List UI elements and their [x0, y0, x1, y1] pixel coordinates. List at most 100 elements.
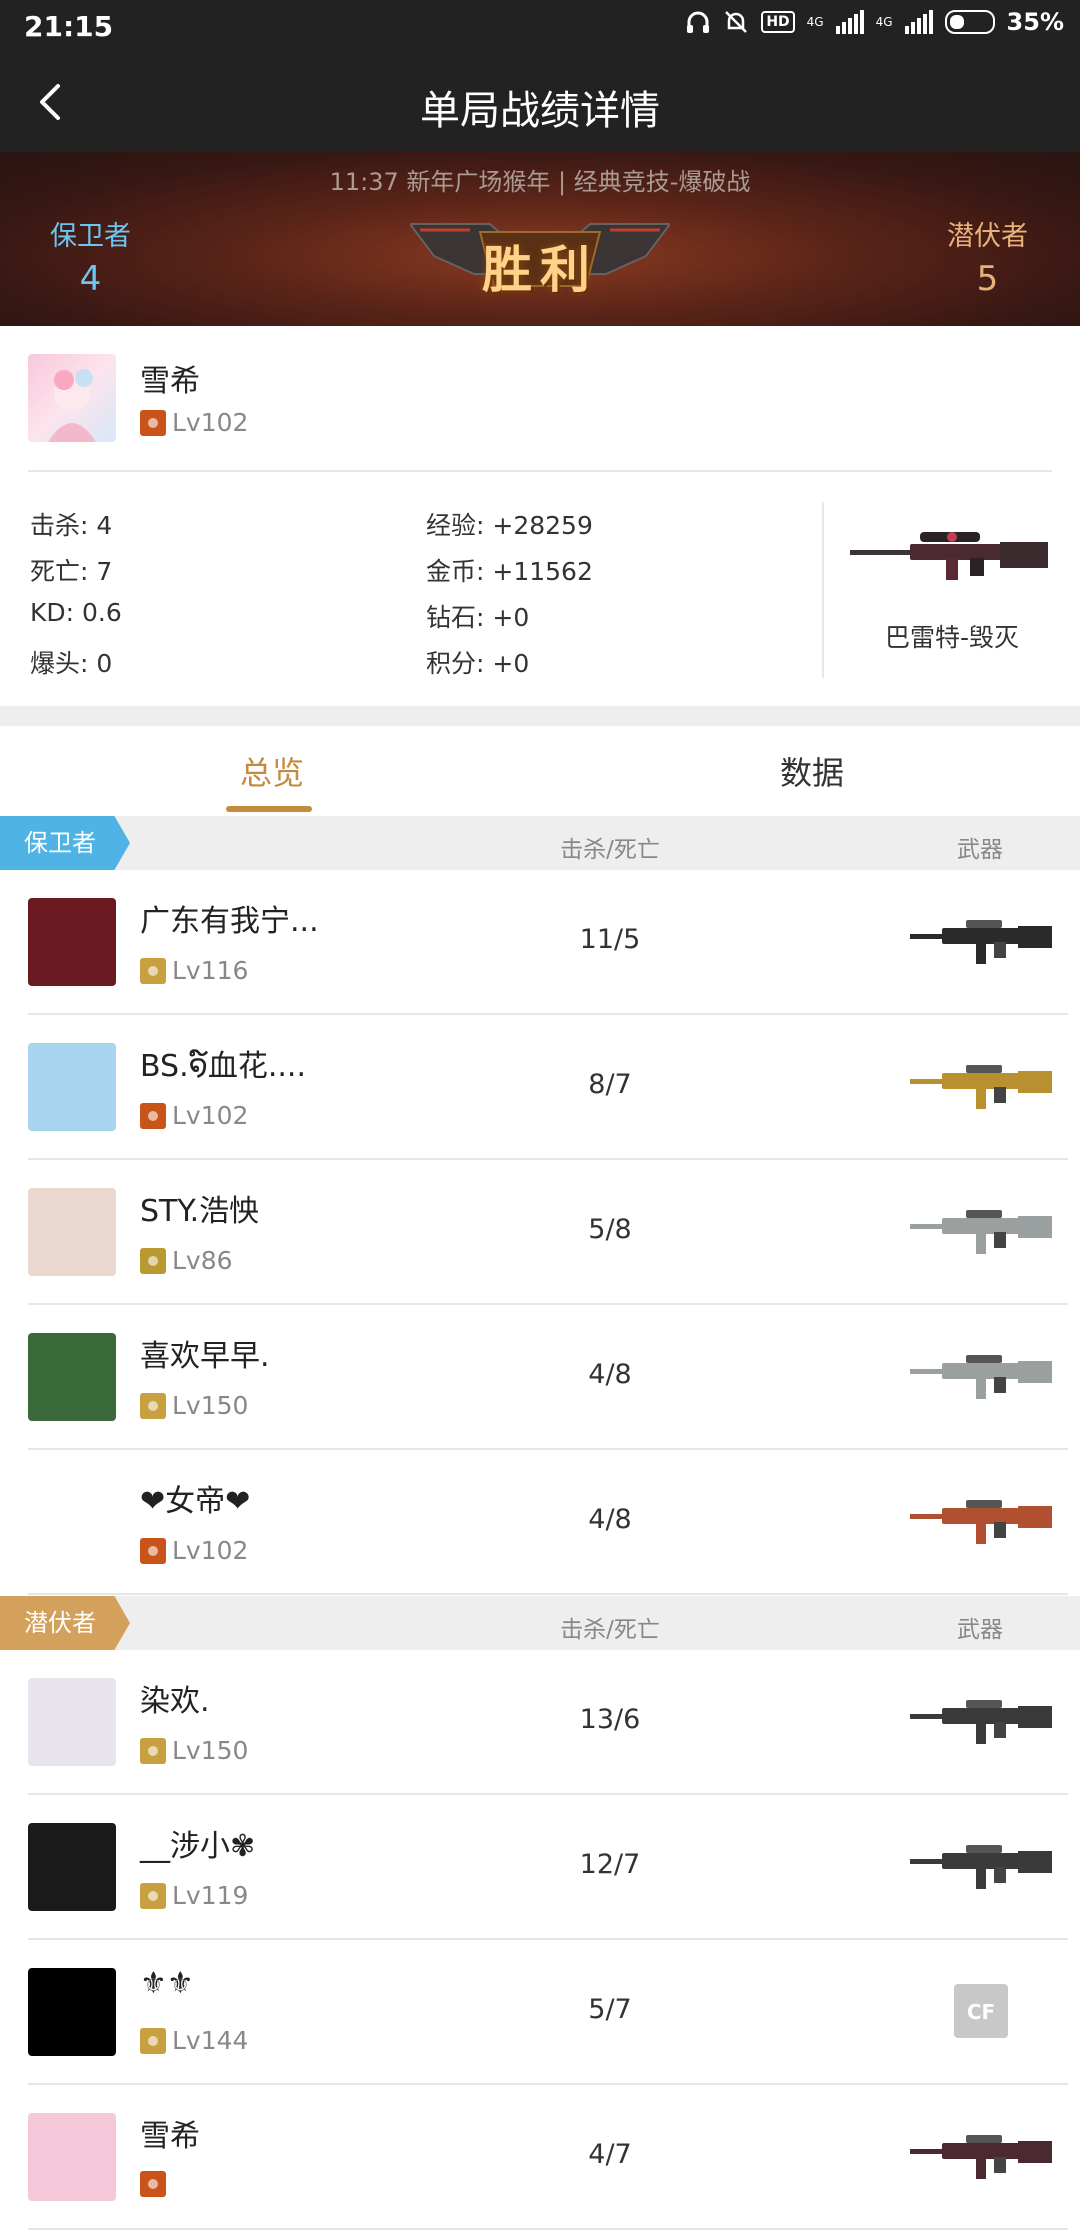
- avatar[interactable]: [28, 1188, 116, 1276]
- rank-badge-icon: [140, 1737, 166, 1764]
- row-player-level: Lv119: [140, 1881, 248, 1910]
- tab-overview[interactable]: 总览: [240, 748, 304, 794]
- avatar[interactable]: [28, 1333, 116, 1421]
- defender-team-header: 保卫者 击杀/死亡 武器: [0, 816, 1080, 870]
- vertical-divider: [822, 502, 824, 678]
- stat-kills: 击杀: 4: [30, 511, 113, 540]
- row-player-name: ⚜⚜: [140, 1966, 194, 2001]
- row-player-name: BS.໑໌血花....: [140, 1049, 306, 1084]
- rank-badge-icon: [140, 2171, 166, 2197]
- match-info: 11:37 新年广场猴年 | 经典竞技-爆破战: [329, 168, 751, 196]
- victory-emblem: 胜利: [408, 216, 672, 306]
- weapon-name: 巴雷特-毁灭: [884, 623, 1020, 652]
- rifle-icon: [906, 1484, 1056, 1564]
- player-row[interactable]: ⚜⚜ Lv144 5/7 CF: [0, 1940, 1080, 2085]
- row-level-text: Lv116: [172, 956, 249, 985]
- player-row[interactable]: 染欢. Lv150 13/6: [0, 1650, 1080, 1795]
- status-time: 21:15: [24, 10, 114, 43]
- row-level-text: Lv144: [172, 2026, 249, 2055]
- column-weapon: 武器: [957, 837, 1003, 863]
- section-gap: [0, 706, 1080, 726]
- row-kill-death: 5/8: [588, 1214, 632, 1245]
- row-level-text: Lv150: [172, 1736, 249, 1765]
- row-player-name: __涉小✾: [140, 1829, 256, 1864]
- row-player-name: 广东有我宁...: [140, 904, 319, 939]
- stat-gold: 金币: +11562: [426, 557, 593, 586]
- status-bar: 21:15 HD 4G 4G 35%: [0, 0, 1080, 54]
- player-row[interactable]: ❤女帝❤ Lv102 4/8: [0, 1450, 1080, 1595]
- row-player-level: Lv102: [140, 1101, 248, 1130]
- row-kill-death: 13/6: [579, 1704, 641, 1735]
- row-divider: [28, 1593, 1068, 1595]
- mute-bell-icon: [723, 9, 749, 35]
- row-player-name: STY.浩怏: [140, 1194, 260, 1229]
- player-row[interactable]: 广东有我宁... Lv116 11/5: [0, 870, 1080, 1015]
- row-player-name: 雪希: [140, 2119, 200, 2154]
- player-row[interactable]: STY.浩怏 Lv86 5/8: [0, 1160, 1080, 1305]
- avatar[interactable]: [28, 1968, 116, 2056]
- defender-score: 4: [79, 259, 102, 299]
- rifle-icon: [906, 2119, 1056, 2199]
- player-card: 雪希 Lv102 击杀: 4 死亡: 7 KD: 0.6 爆头: 0 经验: +…: [0, 326, 1080, 706]
- stat-deaths: 死亡: 7: [30, 557, 113, 586]
- row-kill-death: 8/7: [588, 1069, 632, 1100]
- player-row[interactable]: __涉小✾ Lv119 12/7: [0, 1795, 1080, 1940]
- match-banner: 11:37 新年广场猴年 | 经典竞技-爆破战 保卫者 4 胜利 潜伏者 5: [0, 152, 1080, 326]
- column-kd: 击杀/死亡: [560, 1617, 660, 1643]
- rank-badge-icon: [140, 1537, 166, 1564]
- avatar[interactable]: [28, 1678, 116, 1766]
- rank-badge-icon: [140, 1102, 166, 1129]
- row-kill-death: 5/7: [588, 1994, 632, 2025]
- avatar[interactable]: [28, 2113, 116, 2201]
- page-title: 单局战绩详情: [420, 88, 660, 134]
- player-name: 雪希: [140, 364, 200, 399]
- battery-icon: [944, 10, 995, 34]
- defender-tag: 保卫者: [0, 816, 130, 870]
- stat-headshots: 爆头: 0: [30, 649, 113, 678]
- row-level-text: Lv86: [172, 1246, 233, 1275]
- rank-badge-icon: [140, 2027, 166, 2054]
- row-kill-death: 4/7: [588, 2139, 632, 2170]
- sniper-rifle-icon: [850, 522, 1050, 596]
- network-4g-label: 4G: [806, 15, 824, 29]
- avatar[interactable]: [28, 1043, 116, 1131]
- player-row[interactable]: 喜欢早早. Lv150 4/8: [0, 1305, 1080, 1450]
- player-row[interactable]: BS.໑໌血花.... Lv102 8/7: [0, 1015, 1080, 1160]
- rifle-icon: [906, 1684, 1056, 1764]
- row-player-level: Lv86: [140, 1246, 233, 1275]
- signal-icon: [835, 10, 864, 34]
- defender-summary: 保卫者 4: [50, 214, 131, 299]
- avatar[interactable]: [28, 1823, 116, 1911]
- victory-label: 胜利: [482, 241, 598, 299]
- row-kill-death: 4/8: [588, 1359, 632, 1390]
- avatar[interactable]: [28, 898, 116, 986]
- signal-icon-2: [904, 10, 933, 34]
- column-kd: 击杀/死亡: [560, 837, 660, 863]
- row-player-level: Lv144: [140, 2026, 248, 2055]
- tab-data[interactable]: 数据: [780, 748, 844, 794]
- tab-bar: 总览 数据: [0, 726, 1080, 816]
- rank-badge-icon: [140, 1392, 166, 1419]
- rifle-icon: [906, 1339, 1056, 1419]
- row-player-name: ❤女帝❤: [140, 1484, 251, 1519]
- rank-badge-icon: [140, 957, 166, 984]
- avatar[interactable]: [28, 1478, 116, 1566]
- player-row[interactable]: 雪希 4/7: [0, 2085, 1080, 2230]
- row-kill-death: 4/8: [588, 1504, 632, 1535]
- row-player-name: 染欢.: [140, 1684, 210, 1719]
- row-kill-death: 12/7: [579, 1849, 641, 1880]
- title-bar: 单局战绩详情: [0, 54, 1080, 152]
- stat-diamond: 钻石: +0: [426, 603, 530, 632]
- network-4g-label-2: 4G: [875, 15, 893, 29]
- player-level-text: Lv102: [172, 408, 249, 437]
- row-player-level: [140, 2171, 172, 2197]
- stat-points: 积分: +0: [426, 649, 530, 678]
- row-level-text: Lv102: [172, 1101, 249, 1130]
- row-player-name: 喜欢早早.: [140, 1339, 270, 1374]
- rifle-icon: [906, 1829, 1056, 1909]
- player-level: Lv102: [140, 408, 248, 437]
- attacker-score: 5: [976, 259, 999, 299]
- stat-kd: KD: 0.6: [30, 598, 122, 627]
- attacker-team-header: 潜伏者 击杀/死亡 武器: [0, 1596, 1080, 1650]
- avatar[interactable]: [28, 354, 116, 442]
